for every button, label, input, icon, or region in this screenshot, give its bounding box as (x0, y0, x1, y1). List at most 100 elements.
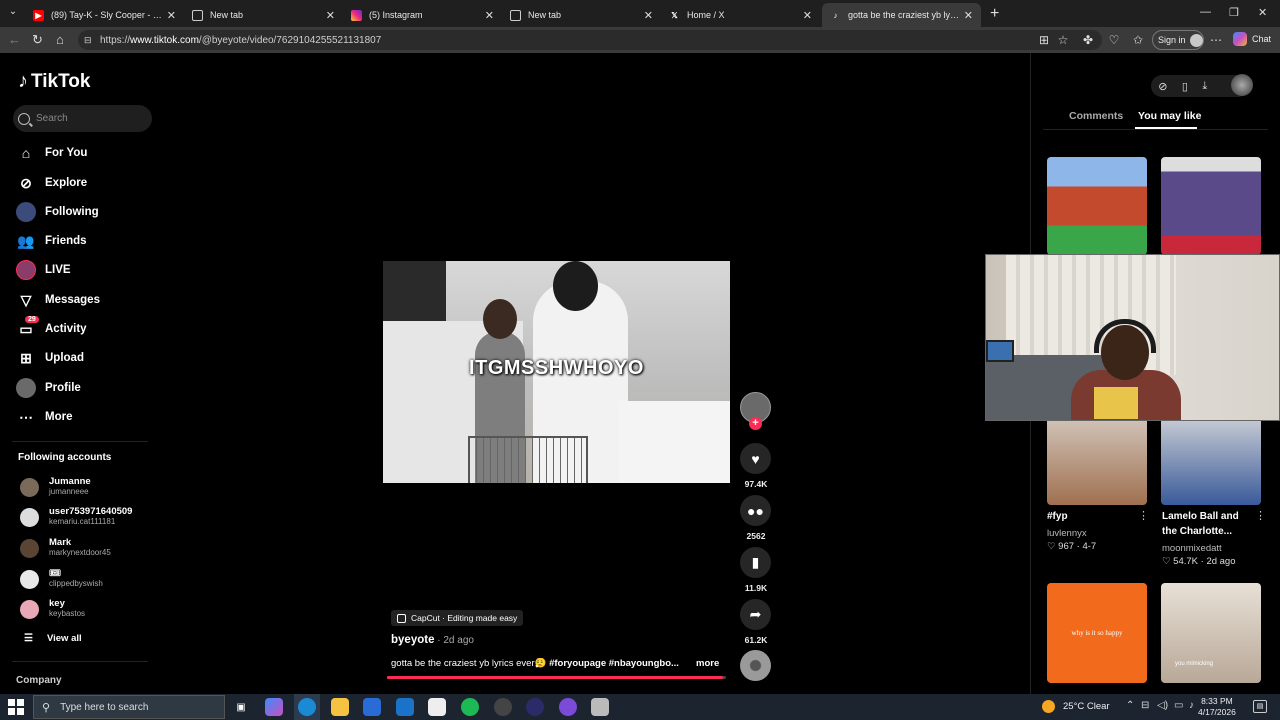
tab-new-tab-2[interactable]: New tab ✕ (502, 3, 661, 27)
home-icon[interactable]: ⌂ (56, 32, 64, 47)
nav-upload[interactable]: ⊞ Upload (16, 347, 84, 369)
tab-actions-icon[interactable]: ⌄ (5, 6, 21, 22)
app-icon[interactable] (526, 698, 544, 716)
notification-icon[interactable]: ▤ (1253, 700, 1267, 713)
like-button[interactable]: ♥ (740, 443, 771, 474)
capcut-tag[interactable]: CapCut · Editing made easy (391, 610, 524, 626)
back-icon[interactable]: ← (8, 32, 21, 47)
tab-you-may-like[interactable]: You may like (1138, 110, 1201, 122)
url-field[interactable]: ⊟ https://www.tiktok.com/@byeyote/video/… (78, 30, 1102, 50)
mail-icon[interactable] (396, 698, 414, 716)
window-close-icon[interactable]: ✕ (1258, 6, 1267, 19)
nav-more[interactable]: ⋯ More (16, 406, 72, 428)
sign-in-button[interactable]: Sign in (1152, 30, 1204, 50)
nav-for-you[interactable]: ⌂ For You (16, 142, 88, 164)
task-view-icon[interactable]: ▣ (232, 698, 250, 716)
weather-widget[interactable]: 25°C Clear (1042, 700, 1110, 713)
caption-more-button[interactable]: more (696, 658, 719, 669)
more-options-icon[interactable]: ⋮ (1255, 509, 1266, 522)
favorite-star-icon[interactable]: ☆ (1056, 33, 1070, 47)
following-account-item[interactable]: user753971640509 kemariu.cat111181 (20, 504, 132, 530)
nav-live[interactable]: LIVE (16, 259, 71, 281)
view-all-link[interactable]: ☰ View all (24, 633, 82, 644)
follow-plus-icon[interactable]: + (749, 417, 762, 430)
favorites-icon[interactable]: ✩ (1131, 33, 1145, 47)
comment-button[interactable]: ●● (740, 495, 771, 526)
site-info-icon[interactable]: ⊟ (84, 35, 94, 45)
recommended-title[interactable]: #fyp (1047, 509, 1068, 524)
close-icon[interactable]: ✕ (964, 9, 973, 22)
discord-icon[interactable] (559, 698, 577, 716)
close-icon[interactable]: ✕ (644, 9, 653, 22)
system-clock[interactable]: 8:33 PM 4/17/2026 (1198, 696, 1236, 718)
following-account-item[interactable]: Mark markynextdoor45 (20, 535, 111, 561)
company-link[interactable]: Company (16, 675, 62, 686)
more-options-icon[interactable]: ⋮ (1138, 509, 1149, 522)
taskbar-search-input[interactable]: ⚲ Type here to search (33, 695, 225, 719)
volume-icon[interactable]: ◁) (1157, 700, 1168, 711)
refresh-icon[interactable]: ↻ (32, 32, 43, 48)
close-icon[interactable]: ✕ (803, 9, 812, 22)
tab-tiktok[interactable]: ♪ gotta be the craziest yb lyrics ever ✕ (822, 3, 981, 27)
following-account-item[interactable]: Jumanne jumanneee (20, 474, 91, 500)
recommended-title[interactable]: Lamelo Ball and the Charlotte... (1162, 509, 1240, 539)
app-icon[interactable] (591, 698, 609, 716)
video-caption: gotta be the craziest yb lyrics ever😮‍💨 … (391, 658, 679, 669)
coins-icon[interactable]: ⊘ (1158, 80, 1167, 93)
recommended-thumbnail[interactable] (1161, 157, 1261, 255)
copilot-chat-button[interactable]: Chat (1233, 32, 1271, 46)
speaker-icon[interactable]: ♪ (1189, 700, 1194, 711)
tab-new-tab-1[interactable]: New tab ✕ (184, 3, 343, 27)
display-icon[interactable]: ▭ (1174, 700, 1183, 711)
nav-profile[interactable]: Profile (16, 377, 81, 399)
tab-comments[interactable]: Comments (1069, 110, 1123, 122)
spotify-icon[interactable] (461, 698, 479, 716)
obs-icon[interactable] (494, 698, 512, 716)
close-icon[interactable]: ✕ (167, 9, 176, 22)
user-profile-avatar[interactable] (1231, 74, 1253, 96)
video-author[interactable]: byeyote · 2d ago (391, 634, 474, 646)
edge-taskbar-icon[interactable] (298, 698, 316, 716)
app-available-icon[interactable]: ⊞ (1037, 33, 1051, 47)
browser-essentials-icon[interactable]: ♡ (1107, 33, 1121, 47)
file-explorer-icon[interactable] (331, 698, 349, 716)
new-tab-icon[interactable]: + (990, 5, 999, 23)
nav-activity[interactable]: ▭ 29 Activity (16, 316, 87, 340)
following-account-item[interactable]: key keybastos (20, 596, 85, 622)
recommended-thumbnail[interactable]: why is it so happy (1047, 583, 1147, 683)
notepad-icon[interactable] (428, 698, 446, 716)
video-progress-bar[interactable] (387, 676, 726, 679)
recommended-author[interactable]: luvlennyx (1047, 528, 1087, 539)
tiktok-logo[interactable]: ♪ TikTok (18, 70, 90, 93)
windows-start-icon[interactable] (8, 699, 24, 715)
store-icon[interactable] (363, 698, 381, 716)
hashtags[interactable]: #foryoupage #nbayoungbo... (549, 658, 679, 669)
save-button[interactable]: ▮ (740, 547, 771, 578)
minimize-icon[interactable]: — (1200, 6, 1211, 18)
share-button[interactable]: ➦ (740, 599, 771, 630)
restore-icon[interactable]: ❐ (1229, 6, 1239, 19)
tab-instagram[interactable]: (5) Instagram ✕ (343, 3, 502, 27)
settings-more-icon[interactable]: ⋯ (1209, 33, 1223, 47)
nav-following[interactable]: Following (16, 201, 99, 223)
recommended-thumbnail[interactable]: you mimicking (1161, 583, 1261, 683)
search-input[interactable]: Search (13, 105, 152, 132)
recommended-author[interactable]: moonmixedatt (1162, 543, 1222, 554)
tab-x[interactable]: 𝕏 Home / X ✕ (661, 3, 820, 27)
copilot-taskbar-icon[interactable] (265, 698, 283, 716)
following-account-item[interactable]: 🎟 clippedbyswish (20, 566, 103, 592)
close-icon[interactable]: ✕ (326, 9, 335, 22)
network-adapter-icon[interactable]: ⊟ (1141, 700, 1149, 711)
nav-messages[interactable]: ▽ Messages (16, 289, 100, 311)
music-disc-icon[interactable] (740, 650, 771, 681)
recommended-thumbnail[interactable] (1047, 157, 1147, 255)
close-icon[interactable]: ✕ (485, 9, 494, 22)
extensions-icon[interactable]: ✤ (1081, 33, 1095, 47)
video-player[interactable]: ITGMSSHWHOYO (383, 261, 730, 483)
tray-chevron-icon[interactable]: ⌃ (1126, 700, 1134, 711)
nav-friends[interactable]: 👥 Friends (16, 230, 86, 252)
tab-youtube[interactable]: ▶ (89) Tay-K - Sly Cooper - YouTube ✕ (25, 3, 184, 27)
nav-explore[interactable]: ⊘ Explore (16, 172, 87, 194)
download-icon[interactable]: ⤓ (1202, 80, 1207, 93)
device-icon[interactable]: ▯ (1182, 80, 1188, 93)
